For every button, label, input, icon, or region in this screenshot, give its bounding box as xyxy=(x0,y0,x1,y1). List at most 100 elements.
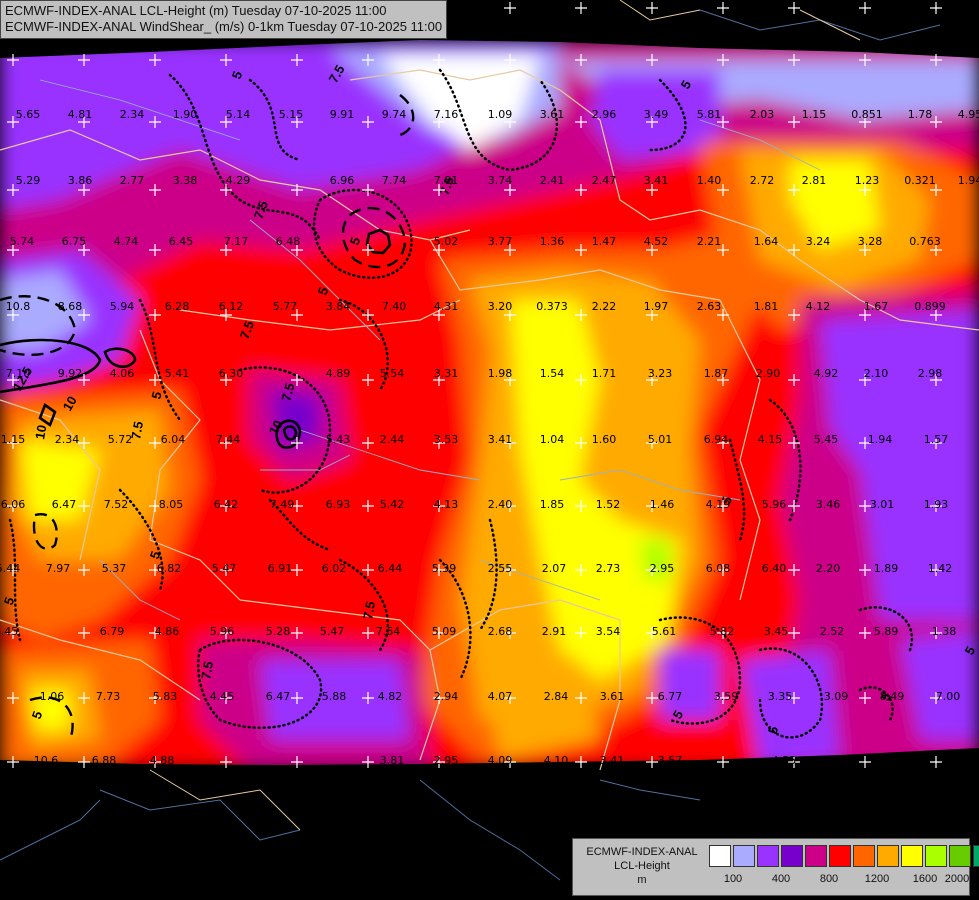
station-value: 6.42 xyxy=(214,498,239,511)
station-value: 6.93 xyxy=(326,498,351,511)
station-value: 6.45 xyxy=(169,235,194,248)
station-value: 4.74 xyxy=(114,235,139,248)
station-value: 1.67 xyxy=(864,300,889,313)
station-value: 2.96 xyxy=(592,108,617,121)
station-value: 6.77 xyxy=(658,690,683,703)
station-value: 5.81 xyxy=(697,108,722,121)
station-value: 3.28 xyxy=(858,235,883,248)
station-value: 3.41 xyxy=(488,433,513,446)
station-value: 2.98 xyxy=(918,367,943,380)
station-value: 4.07 xyxy=(488,690,513,703)
map-title-box: ECMWF-INDEX-ANAL LCL-Height (m) Tuesday … xyxy=(0,0,448,39)
station-value: 1.97 xyxy=(644,300,669,313)
station-value: 5.88 xyxy=(322,690,347,703)
station-value: 2.90 xyxy=(756,367,781,380)
station-value: 5.01 xyxy=(648,433,673,446)
station-value: 1.23 xyxy=(855,174,880,187)
station-value: 5.43 xyxy=(326,433,351,446)
contour-label: 7.5 xyxy=(360,600,378,620)
station-value: 5.45 xyxy=(814,433,839,446)
station-value: 4.92 xyxy=(814,367,839,380)
legend-tick-label: 100 xyxy=(723,873,743,885)
station-value: 5.44 xyxy=(0,562,20,575)
legend-parameter: LCL-Height xyxy=(614,860,670,872)
station-value: 3.07 xyxy=(884,754,909,767)
station-value: 1.81 xyxy=(754,300,779,313)
station-value: 7.00 xyxy=(936,690,961,703)
station-value: 3.41 xyxy=(644,174,669,187)
station-value: 4.81 xyxy=(68,108,93,121)
station-value: 2.55 xyxy=(488,562,513,575)
station-value: 5.61 xyxy=(652,625,677,638)
title-line-2: ECMWF-INDEX-ANAL WindShear_ (m/s) 0-1km … xyxy=(5,19,443,34)
station-value: 6.30 xyxy=(219,367,244,380)
station-value: 5.72 xyxy=(108,433,133,446)
station-value: 7.49 xyxy=(270,498,295,511)
station-value: 3.09 xyxy=(824,690,849,703)
station-value: 2.10 xyxy=(864,367,889,380)
station-value: 6.12 xyxy=(219,300,244,313)
station-value: 3.23 xyxy=(648,367,673,380)
station-value: 6.47 xyxy=(266,690,291,703)
legend-swatch xyxy=(901,845,923,867)
station-value: 6.06 xyxy=(1,498,26,511)
station-value: 3.49 xyxy=(644,108,669,121)
station-value: 2.34 xyxy=(120,108,145,121)
contour-label: 7.5 xyxy=(198,660,216,680)
station-value: 4.06 xyxy=(110,367,135,380)
legend-tick-label: 2000 xyxy=(944,873,970,885)
station-value: 10.8 xyxy=(6,300,31,313)
legend-unit: m xyxy=(637,874,647,886)
legend-tick-label: 400 xyxy=(771,873,791,885)
station-value: 9.91 xyxy=(330,108,355,121)
station-value: 5.02 xyxy=(434,235,459,248)
legend-tick-label: 1200 xyxy=(864,873,890,885)
station-value: 1.46 xyxy=(650,498,675,511)
station-value: 5.83 xyxy=(153,690,178,703)
station-value: 5.65 xyxy=(16,108,41,121)
station-value: 5.47 xyxy=(320,625,345,638)
station-value: 0.321 xyxy=(904,174,936,187)
station-value: 3.31 xyxy=(940,754,965,767)
station-value: 5.41 xyxy=(165,367,190,380)
station-value: 2.91 xyxy=(542,625,567,638)
station-value: 2.81 xyxy=(802,174,827,187)
station-value: 1.47 xyxy=(592,235,617,248)
station-value: 8.05 xyxy=(159,498,184,511)
station-value: 1.40 xyxy=(697,174,722,187)
station-value: 1.57 xyxy=(924,433,949,446)
station-value: 7.10 xyxy=(6,367,31,380)
station-value: 1.94 xyxy=(958,174,979,187)
legend-swatch xyxy=(709,845,731,867)
station-value: 7.97 xyxy=(46,562,71,575)
station-value: 0.373 xyxy=(536,300,568,313)
station-value: 6.82 xyxy=(157,562,182,575)
station-value: 4.15 xyxy=(758,433,783,446)
station-value: 3.20 xyxy=(488,300,513,313)
station-value: 6.28 xyxy=(165,300,190,313)
station-value: 10.6 xyxy=(34,754,59,767)
station-value: 4.88 xyxy=(150,754,175,767)
station-value: 1.06 xyxy=(40,690,65,703)
station-value: 8.68 xyxy=(58,300,83,313)
station-value: 6.47 xyxy=(52,498,77,511)
station-value: 6.04 xyxy=(161,433,186,446)
station-value: 1.52 xyxy=(596,498,621,511)
station-value: 5.89 xyxy=(874,625,899,638)
station-value: 8.49 xyxy=(880,690,905,703)
station-value: 3.46 xyxy=(816,498,841,511)
lcl-height-field xyxy=(0,40,979,765)
station-value: 1.94 xyxy=(868,433,893,446)
station-value: 2.52 xyxy=(820,625,845,638)
station-value: 7.17 xyxy=(224,235,249,248)
station-value: 4.86 xyxy=(155,625,180,638)
station-value: 7.81 xyxy=(434,174,459,187)
station-value: 1.98 xyxy=(488,367,513,380)
station-value: 2.03 xyxy=(750,108,775,121)
station-value: 5.28 xyxy=(266,625,291,638)
station-value: 0.899 xyxy=(914,300,946,313)
station-value: 1.90 xyxy=(173,108,198,121)
station-value: 3.59 xyxy=(714,690,739,703)
station-value: 7.64 xyxy=(376,625,401,638)
station-value: 2.34 xyxy=(55,433,80,446)
